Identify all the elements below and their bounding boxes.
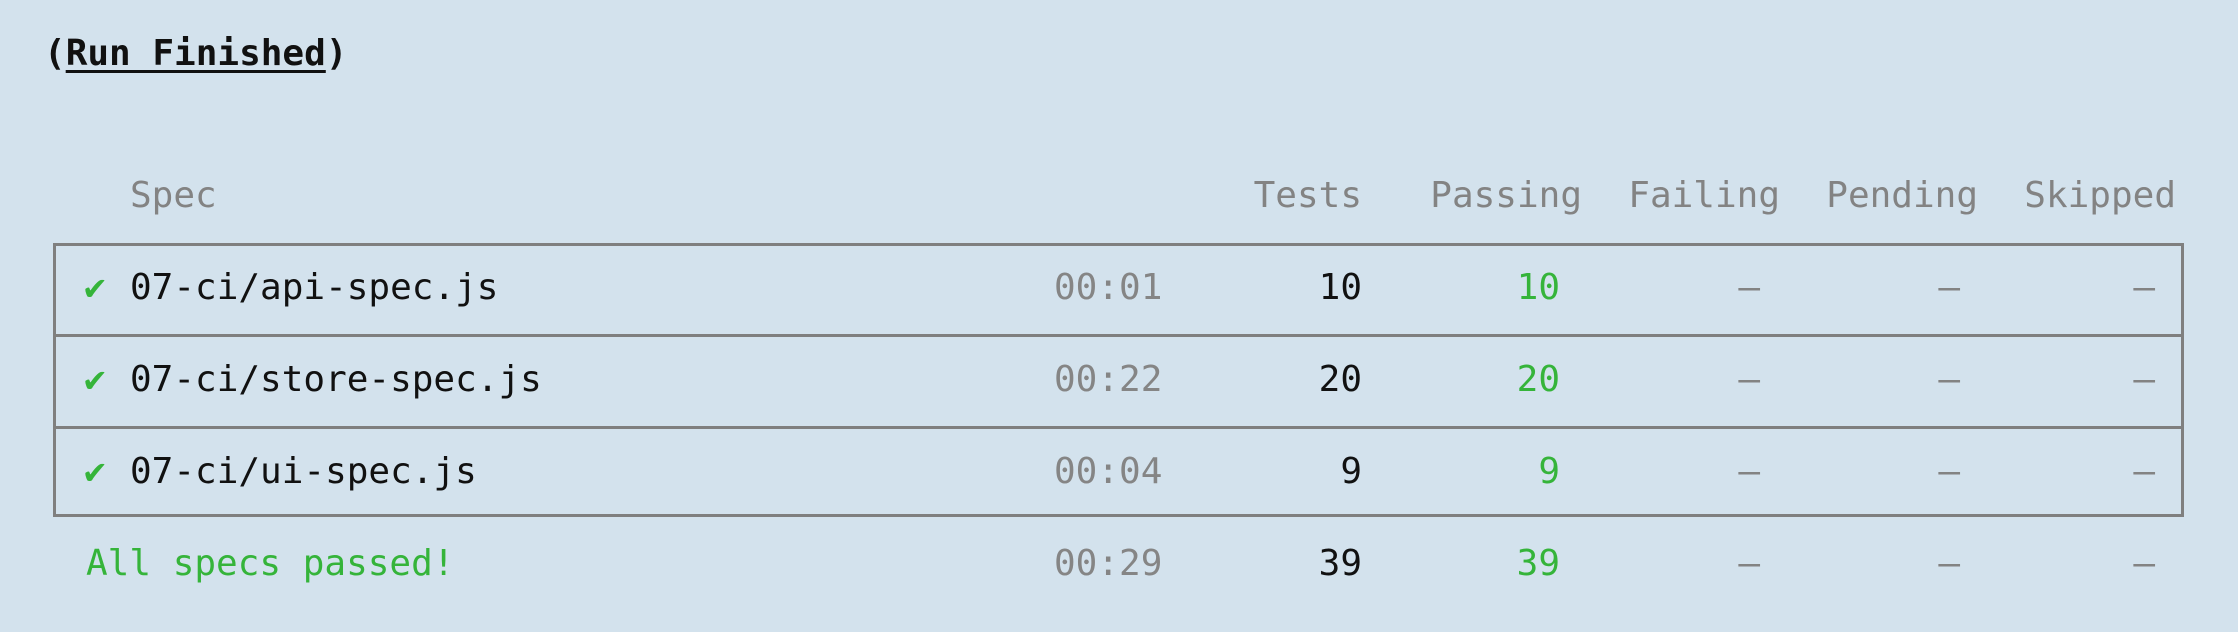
spec-file-name: 07-ci/ui-spec.js (130, 451, 477, 492)
tests-count: 9 (1340, 451, 1362, 492)
summary-label: All specs passed! (86, 543, 455, 584)
row-divider (53, 426, 2184, 429)
skipped-count: – (2133, 359, 2155, 400)
title-close-paren: ) (325, 33, 348, 74)
spec-duration: 00:01 (1054, 267, 1163, 308)
passing-count: 10 (1516, 267, 1560, 308)
row-divider (53, 334, 2184, 337)
spec-file-name: 07-ci/api-spec.js (130, 267, 499, 308)
total-failing-count: – (1738, 543, 1760, 584)
pending-count: – (1938, 359, 1960, 400)
total-pending-count: – (1938, 543, 1960, 584)
spec-duration: 00:22 (1054, 359, 1163, 400)
spec-file-name: 07-ci/store-spec.js (130, 359, 542, 400)
tests-count: 10 (1318, 267, 1362, 308)
skipped-count: – (2133, 451, 2155, 492)
pending-count: – (1938, 267, 1960, 308)
header-passing: Passing (1430, 175, 1582, 216)
header-tests: Tests (1253, 175, 1362, 216)
failing-count: – (1738, 267, 1760, 308)
check-icon: ✔ (84, 267, 106, 308)
header-failing: Failing (1628, 175, 1780, 216)
title-label: Run Finished (65, 33, 326, 74)
total-tests-count: 39 (1318, 543, 1362, 584)
total-duration: 00:29 (1054, 543, 1163, 584)
check-icon: ✔ (84, 359, 106, 400)
header-skipped: Skipped (2024, 175, 2176, 216)
run-finished-title: (Run Finished) (44, 33, 347, 74)
failing-count: – (1738, 359, 1760, 400)
failing-count: – (1738, 451, 1760, 492)
total-skipped-count: – (2133, 543, 2155, 584)
total-passing-count: 39 (1516, 543, 1560, 584)
header-pending: Pending (1826, 175, 1978, 216)
passing-count: 9 (1538, 451, 1560, 492)
header-spec: Spec (130, 175, 217, 216)
passing-count: 20 (1516, 359, 1560, 400)
title-open-paren: ( (44, 33, 66, 74)
skipped-count: – (2133, 267, 2155, 308)
check-icon: ✔ (84, 451, 106, 492)
pending-count: – (1938, 451, 1960, 492)
spec-duration: 00:04 (1054, 451, 1163, 492)
tests-count: 20 (1318, 359, 1362, 400)
